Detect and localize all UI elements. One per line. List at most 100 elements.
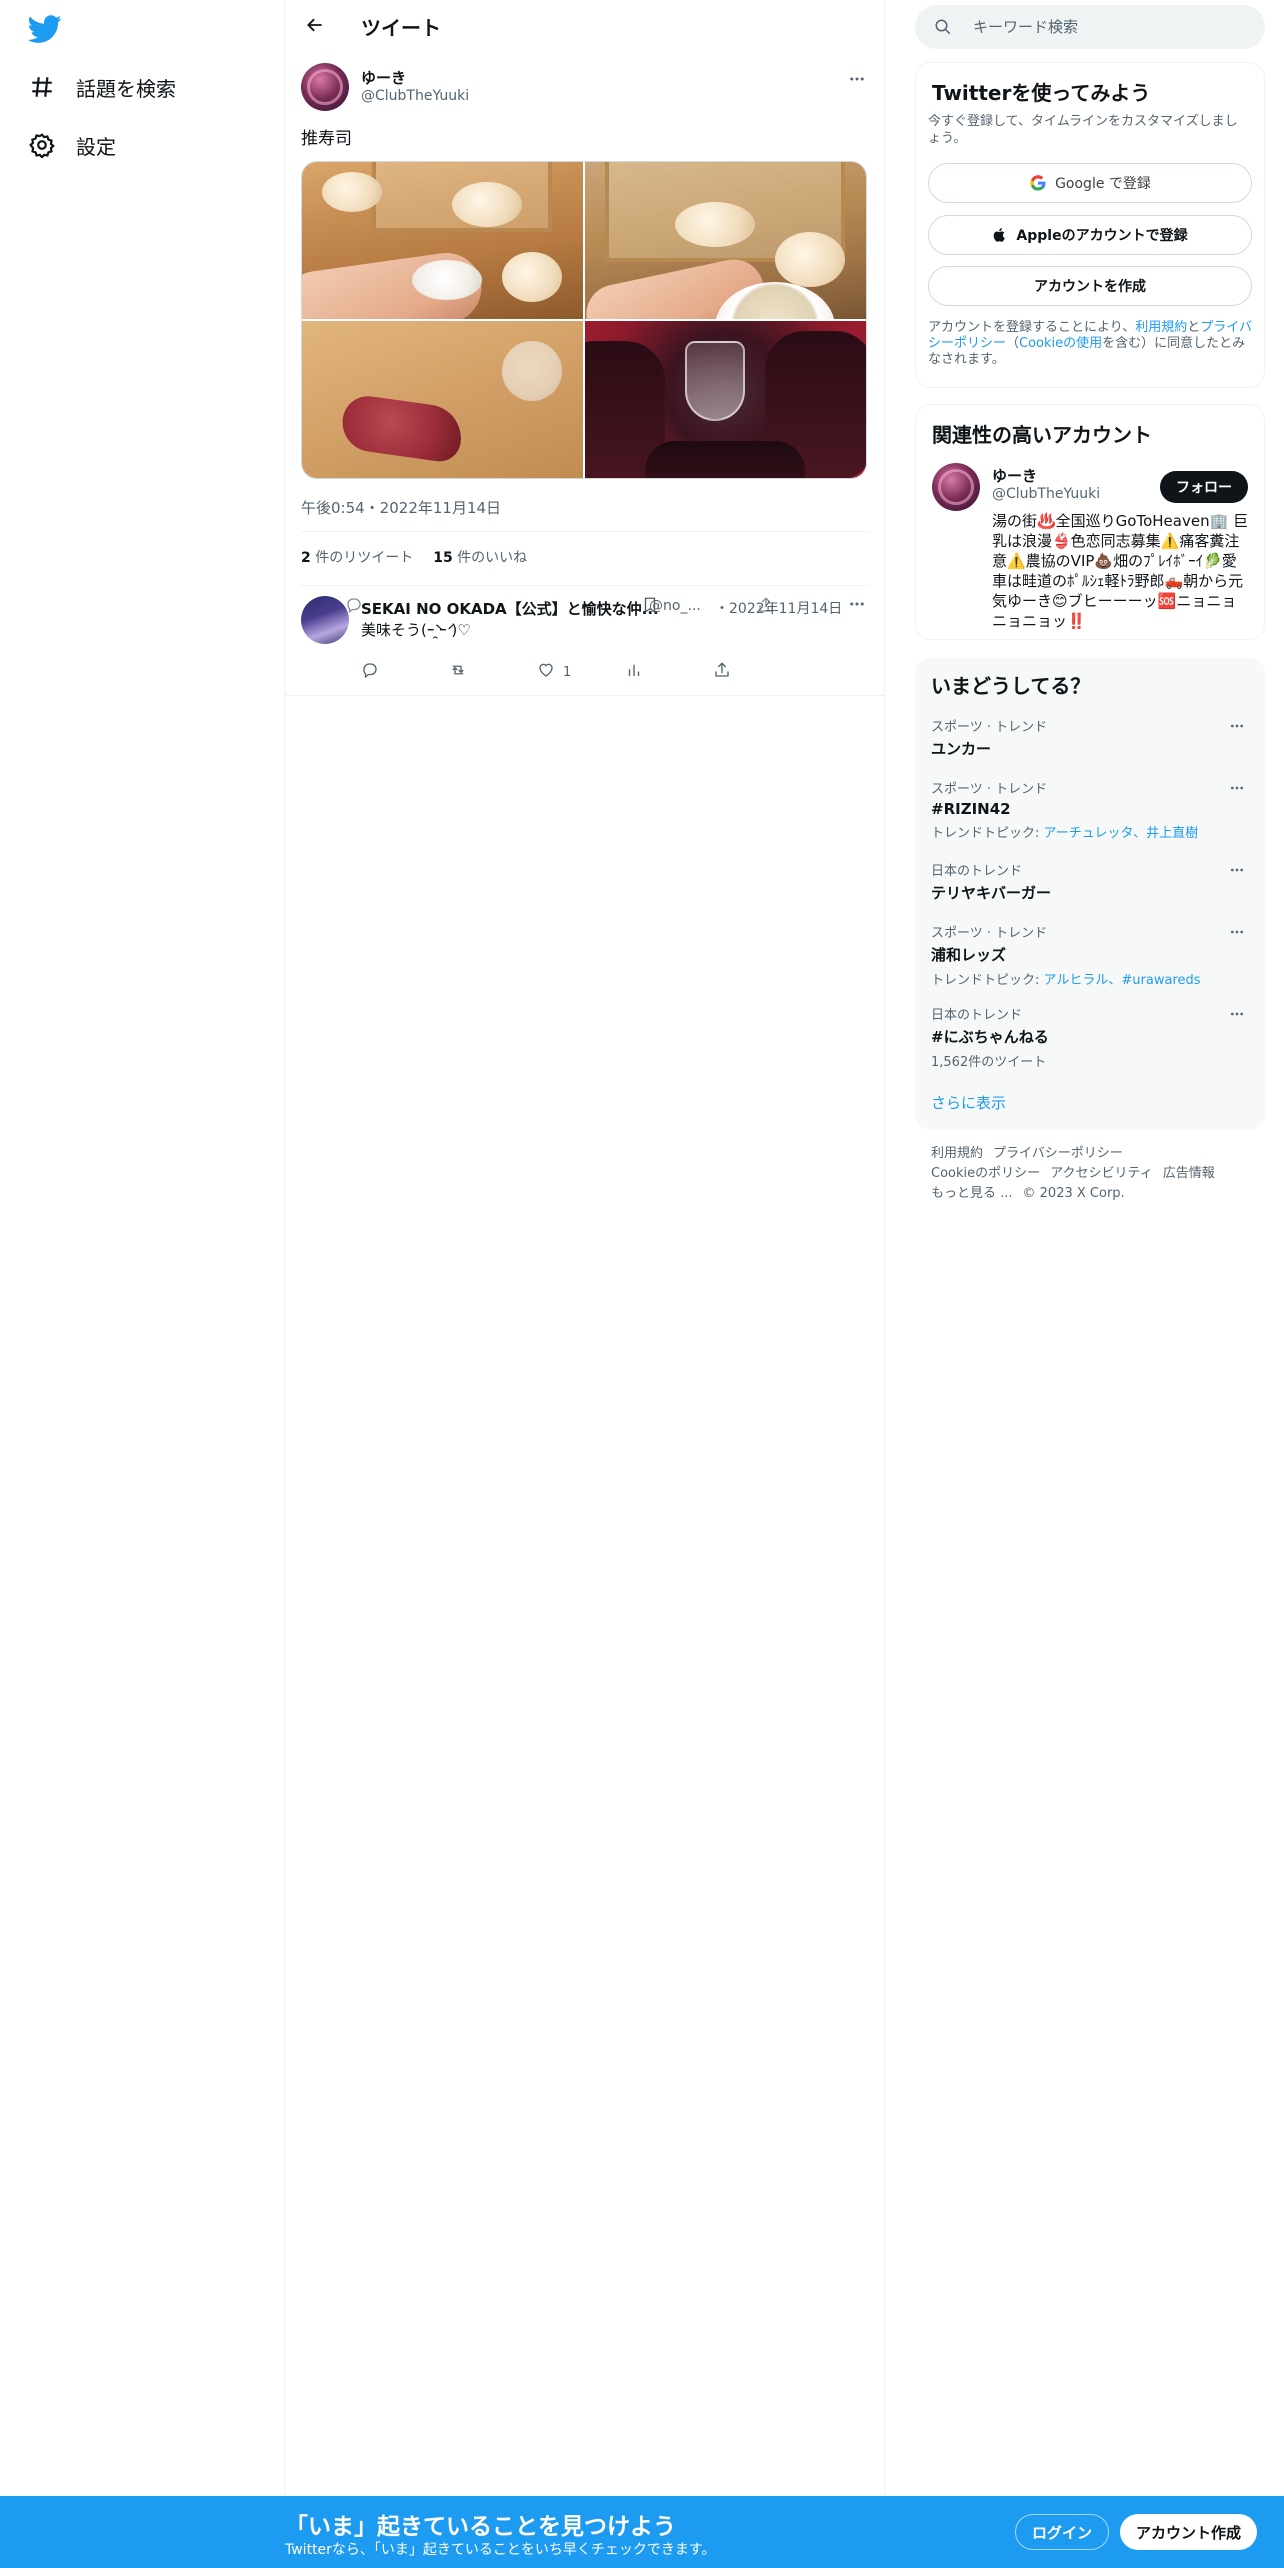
more-icon xyxy=(1229,718,1245,738)
trend-tweet-count: 1,562件のツイート xyxy=(931,1055,1047,1070)
reply-button[interactable] xyxy=(361,661,449,683)
create-account-button[interactable]: アカウントを作成 xyxy=(928,266,1252,306)
terms-link[interactable]: 利用規約 xyxy=(1135,320,1187,335)
gear-icon xyxy=(28,131,56,159)
photo-wagyu-sushi[interactable] xyxy=(302,321,583,478)
left-nav: 話題を検索 設定 xyxy=(0,0,285,2568)
footer-link[interactable]: Cookieのポリシー xyxy=(931,1164,1040,1184)
trend-item[interactable]: 日本のトレンド #にぶちゃんねる 1,562件のツイート xyxy=(931,1004,1249,1070)
show-more-link[interactable]: さらに表示 xyxy=(931,1092,1006,1113)
reply-author-handle[interactable]: @no_... xyxy=(649,598,701,614)
nav-explore[interactable]: 話題を検索 xyxy=(28,67,176,107)
more-icon xyxy=(1229,1006,1245,1026)
footer-link[interactable]: 利用規約 xyxy=(931,1144,983,1164)
cookie-link[interactable]: Cookieの使用 xyxy=(1019,336,1102,351)
google-signup-button[interactable]: Google で登録 xyxy=(928,163,1252,203)
trend-more-button[interactable] xyxy=(1225,716,1249,740)
apple-signup-button[interactable]: Appleのアカウントで登録 xyxy=(928,215,1252,255)
avatar[interactable] xyxy=(301,596,349,644)
photo-sushi-hand[interactable] xyxy=(302,162,583,319)
twitter-logo-icon[interactable] xyxy=(27,12,62,46)
bottom-bar-title: 「いま」起きていることを見つけよう xyxy=(285,2514,676,2540)
trend-item[interactable]: スポーツ · トレンド 浦和レッズ トレンドトピック: アルヒラル、#urawa… xyxy=(931,922,1249,988)
trend-context: スポーツ · トレンド xyxy=(931,782,1048,797)
signup-terms: アカウントを登録することにより、利用規約とプライバシーポリシー（Cookieの使… xyxy=(928,320,1253,367)
reply-tweet[interactable]: SEKAI NO OKADA【公式】と愉快な仲... @no_... ・2022… xyxy=(285,586,885,696)
search-bar[interactable] xyxy=(915,5,1265,49)
footer: 利用規約 プライバシーポリシー Cookieのポリシー アクセシビリティ 広告情報 も… xyxy=(931,1144,1261,1204)
apple-icon xyxy=(992,226,1008,244)
signup-title: Twitterを使ってみよう xyxy=(932,81,1151,105)
bottom-bar-subtitle: Twitterなら、「いま」起きていることをいち早くチェックできます。 xyxy=(285,2542,716,2558)
follow-button[interactable]: フォロー xyxy=(1160,471,1248,503)
nav-settings[interactable]: 設定 xyxy=(28,125,116,165)
photo-glass[interactable] xyxy=(585,321,866,478)
reply-author-name[interactable]: SEKAI NO OKADA【公式】と愉快な仲... xyxy=(361,598,659,619)
trend-related-links[interactable]: アーチュレッタ、井上直樹 xyxy=(1044,826,1199,841)
trend-context: 日本のトレンド xyxy=(931,1008,1023,1023)
trend-topic: ユンカー xyxy=(931,740,992,758)
share-button[interactable] xyxy=(713,661,801,683)
tweet-text: 推寿司 xyxy=(301,129,352,149)
trends-title: いまどうしてる？ xyxy=(931,674,1091,698)
trend-item[interactable]: スポーツ · トレンド ユンカー xyxy=(931,716,1249,759)
footer-link[interactable]: プライバシーポリシー xyxy=(993,1144,1123,1164)
nav-explore-label: 話題を検索 xyxy=(76,76,176,101)
nav-settings-label: 設定 xyxy=(76,134,116,159)
retweet-button[interactable] xyxy=(449,661,537,683)
back-button[interactable] xyxy=(297,9,333,45)
footer-link[interactable]: アクセシビリティ xyxy=(1050,1164,1153,1184)
trend-topic: #にぶちゃんねる xyxy=(931,1028,1049,1046)
trend-more-button[interactable] xyxy=(1225,922,1249,946)
trend-context: 日本のトレンド xyxy=(931,864,1023,879)
related-handle[interactable]: @ClubTheYuuki xyxy=(992,486,1100,502)
search-icon xyxy=(933,17,953,37)
google-signup-label: Google で登録 xyxy=(1055,176,1151,192)
footer-link[interactable]: もっと見る ... xyxy=(931,1184,1013,1204)
signup-card: Twitterを使ってみよう 今すぐ登録して、タイムラインをカスタマイズしましょ… xyxy=(915,62,1265,388)
like-button[interactable]: 1 xyxy=(537,661,625,683)
back-arrow-icon xyxy=(305,15,325,39)
more-icon xyxy=(848,595,866,617)
trend-context: スポーツ · トレンド xyxy=(931,926,1048,941)
trend-item[interactable]: スポーツ · トレンド #RIZIN42 トレンドトピック: アーチュレッタ、井… xyxy=(931,778,1249,841)
bottom-signup-bar: 「いま」起きていることを見つけよう Twitterなら、「いま」起きていることを… xyxy=(0,2496,1284,2568)
bar-chart-icon xyxy=(625,661,651,683)
trend-related-links[interactable]: アルヒラル、#urawareds xyxy=(1044,973,1201,988)
reply-date[interactable]: ・2022年11月14日 xyxy=(715,598,842,618)
trend-topic: テリヤキバーガー xyxy=(931,884,1052,902)
reply-more-button[interactable] xyxy=(845,594,869,618)
trend-more-button[interactable] xyxy=(1225,860,1249,884)
likes-stat[interactable]: 15 件のいいね xyxy=(433,547,527,567)
divider xyxy=(301,531,869,532)
more-icon xyxy=(1229,862,1245,882)
related-name[interactable]: ゆーき xyxy=(992,465,1037,486)
retweet-icon xyxy=(449,661,475,683)
more-icon xyxy=(1229,780,1245,800)
share-icon xyxy=(713,661,739,683)
avatar[interactable] xyxy=(932,463,980,511)
reply-actions: 1 xyxy=(361,660,801,684)
retweets-stat[interactable]: 2 件のリツイート xyxy=(301,547,413,567)
related-accounts-card: 関連性の高いアカウント ゆーき @ClubTheYuuki フォロー 湯の街♨️… xyxy=(915,404,1265,640)
reply-icon xyxy=(361,661,387,683)
footer-link[interactable]: 広告情報 xyxy=(1163,1164,1215,1184)
search-input[interactable] xyxy=(973,18,1233,36)
login-button[interactable]: ログイン xyxy=(1015,2514,1110,2550)
trend-more-button[interactable] xyxy=(1225,1004,1249,1028)
trend-item[interactable]: 日本のトレンド テリヤキバーガー xyxy=(931,860,1249,903)
avatar[interactable] xyxy=(301,63,349,111)
trend-related: トレンドトピック: アルヒラル、#urawareds xyxy=(931,973,1201,988)
related-title: 関連性の高いアカウント xyxy=(932,423,1152,447)
author-name[interactable]: ゆーき xyxy=(361,67,406,88)
author-handle[interactable]: @ClubTheYuuki xyxy=(361,88,469,104)
more-options-button[interactable] xyxy=(845,69,869,93)
apple-signup-label: Appleのアカウントで登録 xyxy=(1016,228,1188,244)
photo-soup-hand[interactable] xyxy=(585,162,866,319)
signup-button[interactable]: アカウント作成 xyxy=(1120,2514,1258,2550)
trend-more-button[interactable] xyxy=(1225,778,1249,802)
views-button[interactable] xyxy=(625,661,713,683)
tweet-timestamp[interactable]: 午後0:54・2022年11月14日 xyxy=(301,497,501,518)
related-bio: 湯の街♨️全国巡りGoToHeaven🏢 巨乳は浪漫👙色恋同志募集⚠️痛客糞注意… xyxy=(992,512,1249,630)
tweet-stats: 2 件のリツイート 15 件のいいね xyxy=(301,547,527,567)
